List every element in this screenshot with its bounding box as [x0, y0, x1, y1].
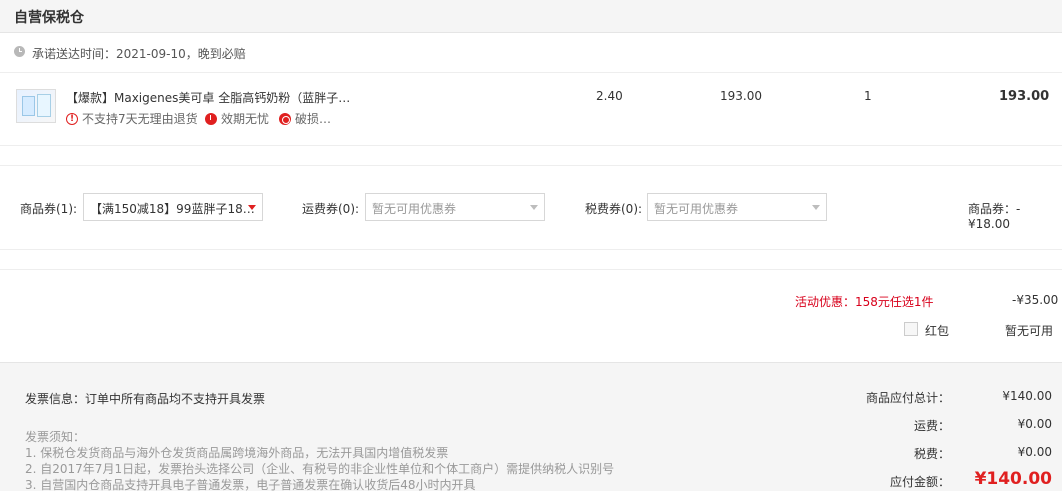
expiry-tag: 效期无忧 — [205, 110, 269, 127]
product-title-link[interactable]: 【爆款】Maxigenes美可卓 全脂高钙奶粉（蓝胖子… — [66, 89, 366, 106]
damage-text: 破损… — [295, 112, 332, 126]
expiry-text: 效期无忧 — [221, 112, 270, 126]
delivery-promise: 承诺送达时间：2021-09-10，晚到必赔 — [32, 47, 246, 61]
warning-icon: ! — [66, 112, 78, 125]
tax-fee-label: 税费： — [913, 447, 950, 461]
warehouse-header — [0, 0, 1062, 33]
chevron-down-icon — [248, 205, 256, 210]
chevron-down-icon — [812, 205, 820, 210]
shipping-coupon-select[interactable]: 暂无可用优惠券 — [365, 193, 545, 221]
shipping-coupon-value: 暂无可用优惠券 — [372, 202, 457, 216]
invoice-note-1: 1. 保税仓发货商品与海外仓发货商品属跨境海外商品，无法开具国内增值税发票 — [25, 446, 449, 460]
invoice-note-2: 2. 自2017年7月1日起，发票抬头选择公司（企业、有税号的非企业性单位和个体… — [25, 462, 615, 476]
return-policy-text: 不支持7天无理由退货 — [82, 112, 198, 126]
clock-icon — [14, 46, 25, 57]
shipping-fee-label: 运费： — [913, 419, 950, 433]
invoice-notes-title: 发票须知： — [25, 430, 86, 444]
tax-coupon-select[interactable]: 暂无可用优惠券 — [647, 193, 827, 221]
promotion-label: 活动优惠：158元任选1件 — [795, 295, 934, 309]
red-packet-status: 暂无可用 — [1005, 324, 1054, 338]
return-policy-tag: ! 不支持7天无理由退货 — [66, 110, 198, 127]
shipping-fee-value: ¥0.00 — [1017, 417, 1052, 431]
tax-fee-value: ¥0.00 — [1017, 445, 1052, 459]
amount-due-label: 应付金额： — [889, 475, 950, 489]
damage-protection-icon — [279, 112, 291, 125]
divider — [0, 145, 1062, 146]
promotion-value: -¥35.00 — [1012, 293, 1059, 307]
tax-amount: 2.40 — [596, 89, 623, 103]
goods-total-label: 商品应付总计： — [865, 391, 950, 405]
invoice-info: 发票信息：订单中所有商品均不支持开具发票 — [25, 392, 266, 406]
product-coupon-label: 商品券(1): — [20, 202, 78, 216]
tax-coupon-label: 税费券(0): — [585, 202, 643, 216]
red-packet-checkbox[interactable] — [904, 322, 918, 336]
clock-badge-icon — [205, 112, 217, 125]
product-coupon-value: 【满150减18】99蓝胖子18… — [90, 202, 255, 216]
divider — [0, 269, 1062, 270]
unit-price: 193.00 — [720, 89, 762, 103]
red-packet-label: 红包 — [925, 324, 950, 338]
amount-due-value: ¥140.00 — [974, 469, 1052, 489]
tax-coupon-value: 暂无可用优惠券 — [654, 202, 739, 216]
invoice-note-3: 3. 自营国内仓商品支持开具电子普通发票，电子普通发票在确认收货后48小时内开具 — [25, 478, 476, 492]
goods-total-value: ¥140.00 — [1002, 389, 1052, 403]
invoice-notes: 发票须知： 1. 保税仓发货商品与海外仓发货商品属跨境海外商品，无法开具国内增值… — [25, 429, 614, 493]
product-thumbnail[interactable] — [16, 89, 56, 123]
divider — [0, 249, 1062, 250]
product-coupon-discount: 商品券：-¥18.00 — [968, 202, 1021, 231]
divider — [0, 165, 1062, 166]
warehouse-title: 自营保税仓 — [14, 10, 84, 26]
quantity: 1 — [864, 89, 872, 103]
damage-tag: 破损… — [279, 110, 331, 127]
chevron-down-icon — [530, 205, 538, 210]
shipping-coupon-label: 运费券(0): — [302, 202, 360, 216]
product-coupon-select[interactable]: 【满150减18】99蓝胖子18… — [83, 193, 263, 221]
product-subtotal: 193.00 — [999, 89, 1050, 104]
